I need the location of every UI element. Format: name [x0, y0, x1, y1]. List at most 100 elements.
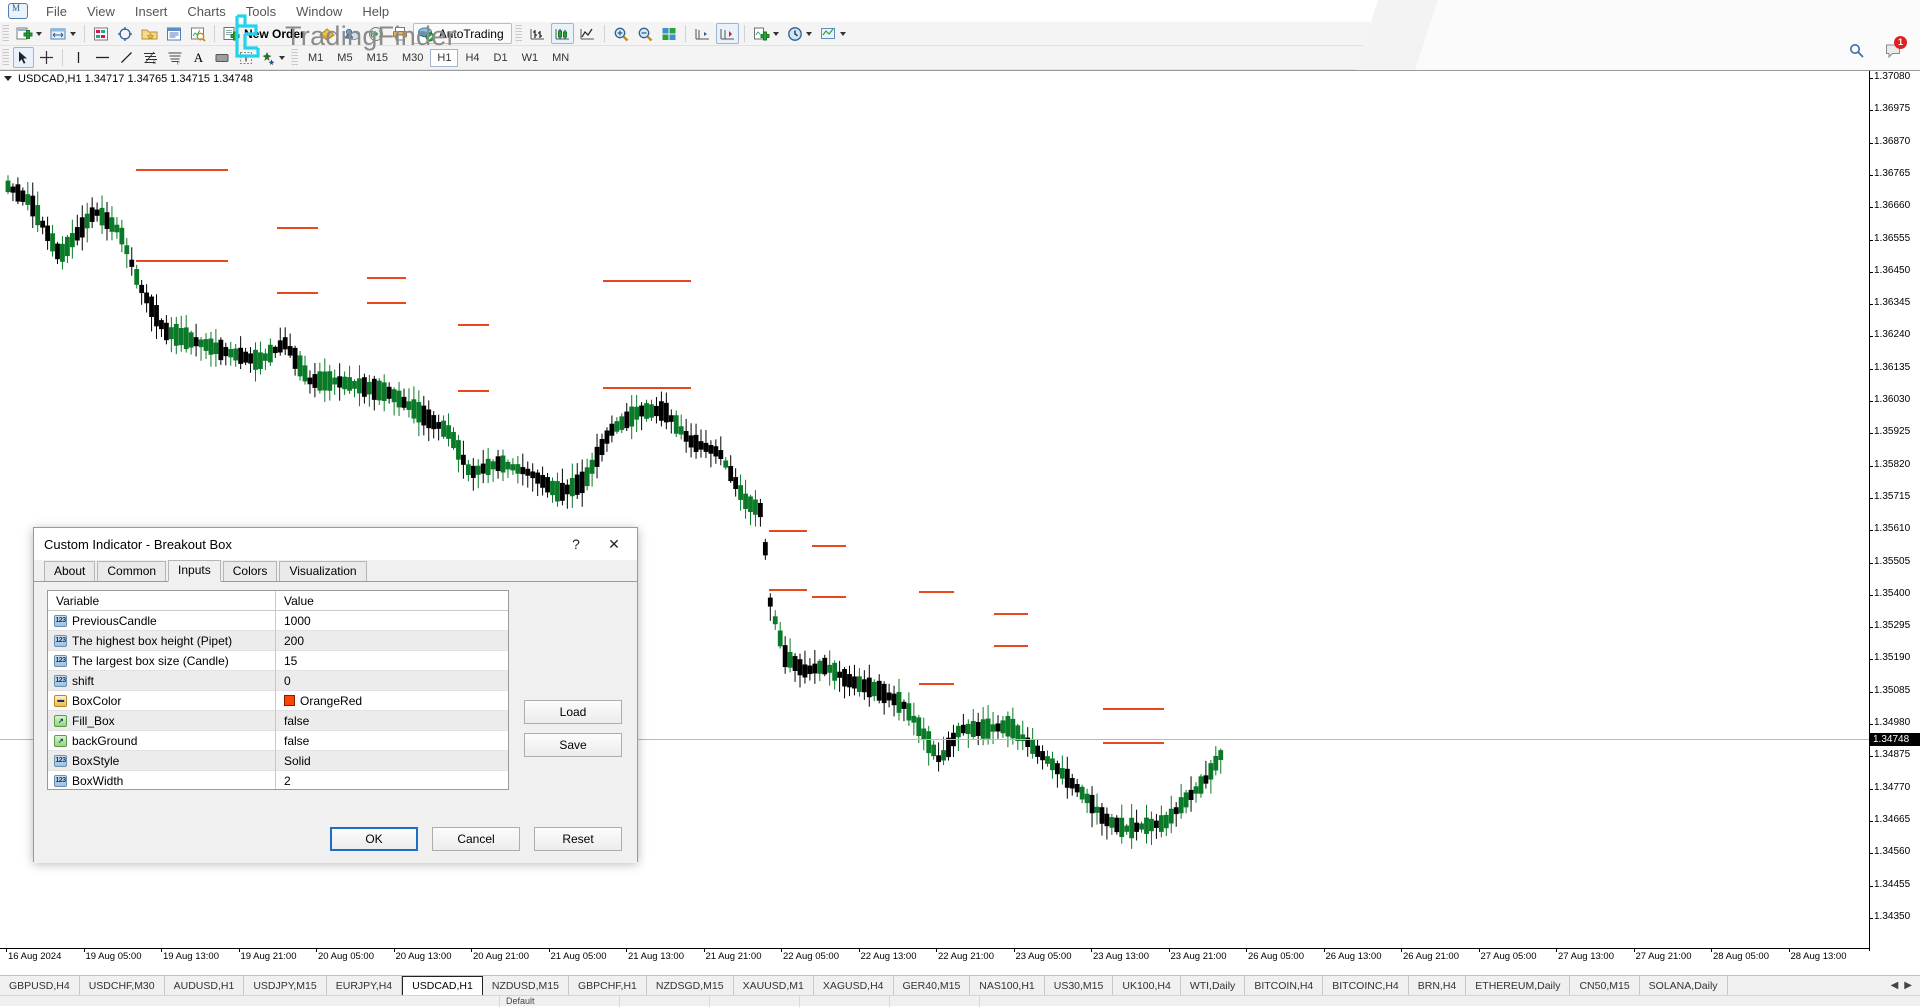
- symbol-tab[interactable]: US30,M15: [1045, 976, 1114, 995]
- value-cell[interactable]: 15: [276, 651, 297, 671]
- chevron-left-icon[interactable]: ◀: [1891, 980, 1899, 991]
- navigator-button[interactable]: [138, 23, 161, 44]
- terminal-button[interactable]: [163, 23, 185, 44]
- bar-chart-button[interactable]: [526, 23, 549, 44]
- symbol-tab[interactable]: GBPCHF,H1: [569, 976, 647, 995]
- toolbar-grip[interactable]: [515, 25, 522, 42]
- crosshair-tool[interactable]: [36, 47, 57, 68]
- symbol-tab[interactable]: GER40,M15: [894, 976, 971, 995]
- menu-item-file[interactable]: File: [36, 2, 77, 21]
- inputs-grid-row[interactable]: 123The highest box height (Pipet)200: [48, 631, 508, 651]
- market-watch-button[interactable]: [90, 23, 112, 44]
- number-input-icon: 123: [54, 615, 67, 627]
- menu-item-view[interactable]: View: [77, 2, 125, 21]
- symbol-tab[interactable]: NZDSGD,M15: [647, 976, 734, 995]
- symbol-tab[interactable]: SOLANA,Daily: [1640, 976, 1728, 995]
- menu-item-charts[interactable]: Charts: [177, 2, 235, 21]
- fibonacci-retracement-tool[interactable]: E: [139, 47, 162, 68]
- symbol-tab[interactable]: UK100,H4: [1113, 976, 1180, 995]
- inputs-grid-row[interactable]: 123shift0: [48, 671, 508, 691]
- equidistant-channel-tool[interactable]: F: [164, 47, 186, 68]
- symbol-tab[interactable]: USDCHF,M30: [80, 976, 165, 995]
- value-cell[interactable]: false: [276, 731, 309, 751]
- inputs-grid-row[interactable]: 123PreviousCandle1000: [48, 611, 508, 631]
- value-cell[interactable]: false: [276, 711, 309, 731]
- text-tool[interactable]: A: [188, 47, 209, 68]
- value-cell[interactable]: 2: [276, 771, 291, 791]
- zoom-in-button[interactable]: [610, 23, 632, 44]
- tab-common[interactable]: Common: [97, 561, 166, 581]
- reset-button[interactable]: Reset: [534, 827, 622, 851]
- value-cell[interactable]: 1000: [276, 611, 311, 631]
- value-cell[interactable]: 200: [276, 631, 304, 651]
- symbol-tab[interactable]: ETHEREUM,Daily: [1466, 976, 1570, 995]
- symbol-tab[interactable]: USDJPY,M15: [244, 976, 326, 995]
- price-axis[interactable]: 1.370801.369751.368701.367651.366601.365…: [1869, 71, 1920, 951]
- tab-inputs[interactable]: Inputs: [168, 560, 221, 582]
- zoom-out-button[interactable]: [634, 23, 656, 44]
- vertical-line-tool[interactable]: [68, 47, 89, 68]
- tab-about[interactable]: About: [44, 561, 95, 581]
- chart-shift-button[interactable]: [691, 23, 714, 44]
- save-button[interactable]: Save: [524, 733, 622, 757]
- help-question-icon[interactable]: ?: [557, 530, 595, 558]
- inputs-grid-row[interactable]: 123BoxWidth2: [48, 771, 508, 790]
- symbol-tab[interactable]: XAUUSD,M1: [734, 976, 814, 995]
- chevron-right-icon[interactable]: ▶: [1904, 980, 1912, 991]
- period-w1[interactable]: W1: [515, 49, 546, 67]
- new-chart-button[interactable]: [13, 23, 45, 44]
- value-cell[interactable]: 0: [276, 671, 291, 691]
- tab-visualization[interactable]: Visualization: [279, 561, 366, 581]
- dialog-title-bar[interactable]: Custom Indicator - Breakout Box ? ✕: [34, 528, 637, 560]
- inputs-grid-row[interactable]: ▬BoxColorOrangeRed: [48, 691, 508, 711]
- periods-button[interactable]: [784, 23, 815, 44]
- period-d1[interactable]: D1: [487, 49, 515, 67]
- custom-indicator-dialog[interactable]: Custom Indicator - Breakout Box ? ✕ Abou…: [33, 527, 638, 862]
- chart-dropdown-icon[interactable]: [4, 76, 12, 81]
- symbol-tab[interactable]: USDCAD,H1: [402, 976, 483, 995]
- profiles-button[interactable]: [47, 23, 79, 44]
- tab-colors[interactable]: Colors: [223, 561, 278, 581]
- symbol-tab[interactable]: CN50,M15: [1570, 976, 1639, 995]
- inputs-grid-row[interactable]: ↗Fill_Boxfalse: [48, 711, 508, 731]
- period-mn[interactable]: MN: [545, 49, 576, 67]
- symbol-tab[interactable]: AUDUSD,H1: [165, 976, 245, 995]
- symbol-tab[interactable]: WTI,Daily: [1181, 976, 1246, 995]
- symbol-tab-bar[interactable]: GBPUSD,H4USDCHF,M30AUDUSD,H1USDJPY,M15EU…: [0, 975, 1920, 995]
- alerts-bubble-icon[interactable]: 1: [1884, 42, 1902, 60]
- cursor-tool[interactable]: [13, 47, 34, 68]
- symbol-tab[interactable]: BITCOIN,H4: [1245, 976, 1323, 995]
- symbol-tab[interactable]: BITCOINC,H4: [1323, 976, 1409, 995]
- toolbar-grip[interactable]: [2, 49, 9, 66]
- inputs-grid-row[interactable]: ↗backGroundfalse: [48, 731, 508, 751]
- symbol-tab[interactable]: BRN,H4: [1409, 976, 1467, 995]
- load-button[interactable]: Load: [524, 700, 622, 724]
- value-cell[interactable]: Solid: [276, 751, 311, 771]
- symbol-tab[interactable]: EURJPY,H4: [327, 976, 402, 995]
- symbol-tab[interactable]: XAGUSD,H4: [814, 976, 894, 995]
- data-window-button[interactable]: [114, 23, 136, 44]
- strategy-tester-button[interactable]: [187, 23, 209, 44]
- symbol-tab[interactable]: GBPUSD,H4: [0, 976, 80, 995]
- cancel-button[interactable]: Cancel: [432, 827, 520, 851]
- indicators-button[interactable]: [750, 23, 782, 44]
- value-cell[interactable]: OrangeRed: [276, 691, 362, 711]
- symbol-tab[interactable]: NAS100,H1: [970, 976, 1044, 995]
- ok-button[interactable]: OK: [330, 827, 418, 851]
- inputs-grid-row[interactable]: 123The largest box size (Candle)15: [48, 651, 508, 671]
- symbol-tab[interactable]: NZDUSD,M15: [483, 976, 569, 995]
- search-icon[interactable]: [1848, 42, 1866, 60]
- line-chart-button[interactable]: [576, 23, 599, 44]
- inputs-grid[interactable]: Variable Value 123PreviousCandle1000123T…: [47, 590, 509, 790]
- toolbar-grip[interactable]: [2, 25, 9, 42]
- period-h4[interactable]: H4: [458, 49, 486, 67]
- auto-scroll-button[interactable]: [716, 23, 739, 44]
- tile-windows-button[interactable]: [658, 23, 680, 44]
- inputs-grid-row[interactable]: 123BoxStyleSolid: [48, 751, 508, 771]
- templates-button[interactable]: [817, 23, 849, 44]
- trendline-tool[interactable]: [116, 47, 137, 68]
- close-icon[interactable]: ✕: [595, 530, 633, 558]
- candlestick-chart-button[interactable]: [551, 23, 574, 44]
- menu-item-insert[interactable]: Insert: [125, 2, 178, 21]
- horizontal-line-tool[interactable]: [91, 47, 114, 68]
